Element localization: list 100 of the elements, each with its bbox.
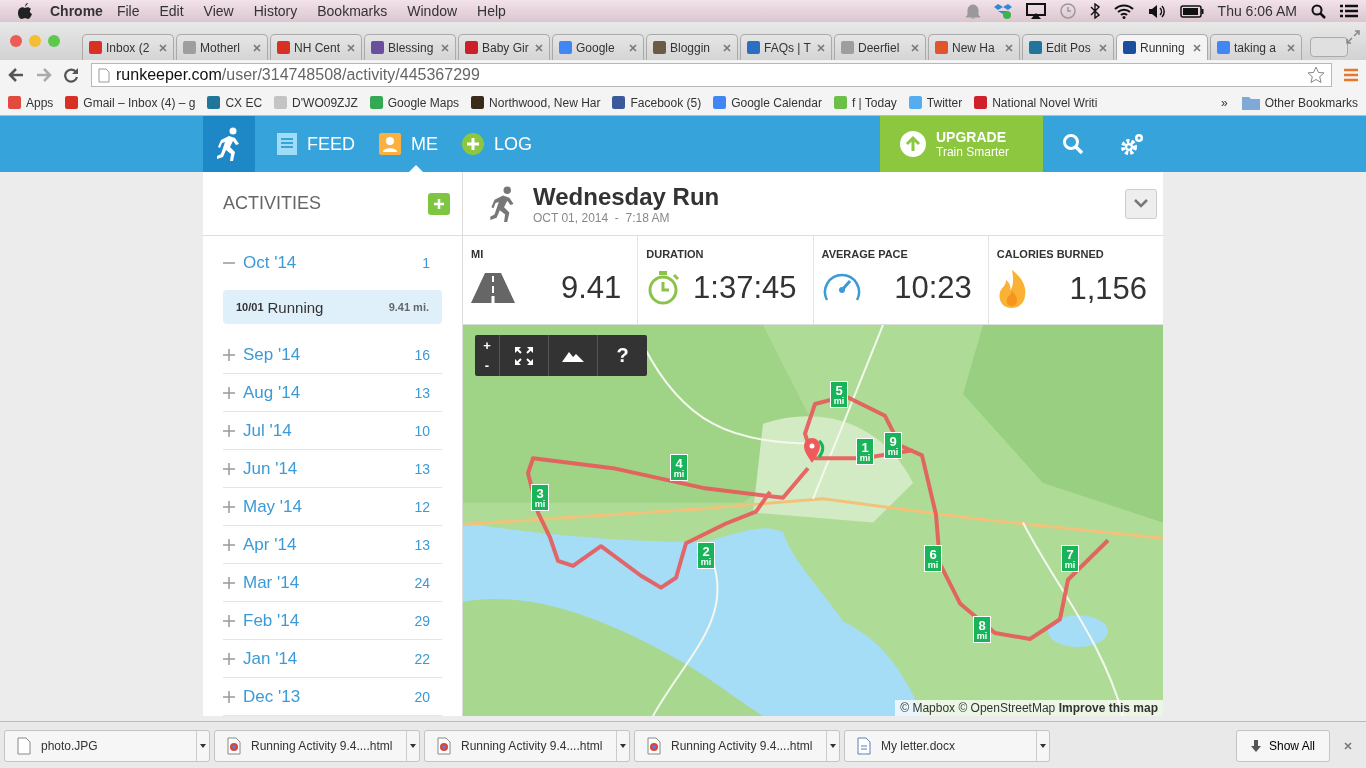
- close-icon[interactable]: [535, 43, 543, 52]
- browser-tab[interactable]: Blessing: [364, 34, 456, 60]
- browser-tab[interactable]: Edit Pos: [1022, 34, 1114, 60]
- bookmark[interactable]: Apps: [8, 95, 54, 110]
- month-label: Mar '14: [243, 572, 300, 593]
- caret-icon[interactable]: [830, 743, 836, 748]
- month-label: Jun '14: [243, 458, 298, 479]
- bookmark[interactable]: Gmail – Inbox (4) – g: [65, 95, 196, 110]
- back-icon[interactable]: [8, 68, 24, 82]
- month-label: Apr '14: [243, 534, 297, 555]
- close-icon[interactable]: [1344, 741, 1352, 750]
- month-label: Dec '13: [243, 686, 301, 707]
- star-icon[interactable]: [1307, 66, 1325, 84]
- bookmark[interactable]: Google Calendar: [713, 95, 822, 110]
- close-icon[interactable]: [817, 43, 825, 52]
- clock-icon[interactable]: [1059, 3, 1076, 19]
- bookmark[interactable]: Facebook (5): [612, 95, 702, 110]
- search-icon[interactable]: [1311, 3, 1326, 19]
- forward-icon[interactable]: [36, 68, 52, 82]
- activity-count: 29: [414, 612, 431, 629]
- stat-value: 9.41: [560, 270, 622, 306]
- add-button[interactable]: [428, 192, 450, 215]
- browser-tab[interactable]: Bloggin: [646, 34, 738, 60]
- caret-icon[interactable]: [410, 743, 416, 748]
- menu-item[interactable]: Window: [407, 3, 458, 19]
- bell-icon[interactable]: [965, 3, 980, 19]
- clock[interactable]: Thu 6:06 AM: [1217, 3, 1297, 19]
- app-menu[interactable]: Chrome: [50, 3, 103, 19]
- bookmark[interactable]: Twitter: [908, 95, 963, 110]
- browser-tab[interactable]: Deerfiel: [834, 34, 926, 60]
- browser-tab[interactable]: FAQs | T: [740, 34, 832, 60]
- bookmark[interactable]: Google Maps: [369, 95, 460, 110]
- close-icon[interactable]: [1005, 43, 1013, 52]
- download-arrow-icon: [1250, 739, 1261, 752]
- activity-item[interactable]: 10/01 Running 9.41 mi.: [223, 290, 442, 324]
- download-item[interactable]: Running Activity 9.4....html: [214, 729, 420, 762]
- close-icon[interactable]: [253, 43, 261, 52]
- close-icon[interactable]: [911, 43, 919, 52]
- browser-tab[interactable]: Baby Gir: [458, 34, 550, 60]
- close-icon[interactable]: [1287, 43, 1295, 52]
- close-icon[interactable]: [347, 43, 355, 52]
- expand-icon: [514, 345, 534, 366]
- wifi-icon[interactable]: [1113, 3, 1134, 19]
- browser-tab[interactable]: New Ha: [928, 34, 1020, 60]
- bookmark[interactable]: D'WO09ZJZ: [274, 95, 358, 110]
- stat-label: AVERAGE PACE: [821, 248, 909, 260]
- apple-icon[interactable]: [18, 3, 32, 19]
- bookmark[interactable]: Other Bookmarks: [1241, 95, 1358, 110]
- list-icon[interactable]: [1340, 4, 1358, 18]
- close-icon[interactable]: [441, 43, 449, 52]
- menu-item[interactable]: Edit: [159, 3, 184, 19]
- download-item[interactable]: photo.JPG: [4, 729, 210, 762]
- new-tab-button[interactable]: [1310, 37, 1348, 57]
- bookmark[interactable]: CX EC: [207, 95, 263, 110]
- close-window-button[interactable]: [10, 35, 22, 47]
- bluetooth-icon[interactable]: [1089, 3, 1100, 19]
- close-icon[interactable]: [629, 43, 637, 52]
- reload-icon[interactable]: [64, 67, 79, 83]
- browser-tab[interactable]: Motherl: [176, 34, 268, 60]
- zoom-out-button[interactable]: -: [475, 355, 499, 376]
- close-icon[interactable]: [723, 43, 731, 52]
- menu-item[interactable]: File: [116, 3, 140, 19]
- menu-item[interactable]: Bookmarks: [317, 3, 388, 19]
- browser-tab[interactable]: NH Cent: [270, 34, 362, 60]
- download-item[interactable]: My letter.docx: [844, 729, 1050, 762]
- close-icon[interactable]: [1099, 43, 1107, 52]
- settings-icon[interactable]: [1120, 132, 1146, 156]
- help-button[interactable]: ?: [598, 335, 647, 376]
- show-all-button[interactable]: Show All: [1235, 729, 1330, 762]
- bookmark[interactable]: National Novel Writi: [974, 95, 1098, 110]
- browser-tab[interactable]: Google: [552, 34, 644, 60]
- caret-icon[interactable]: [620, 743, 626, 748]
- zoom-in-button[interactable]: +: [475, 335, 499, 356]
- feed-icon: [277, 133, 297, 155]
- speaker-icon[interactable]: [1147, 3, 1166, 19]
- browser-tab[interactable]: Inbox (2: [82, 34, 174, 60]
- dropdown-button[interactable]: [1125, 188, 1157, 219]
- stat-value: 1:37:45: [693, 270, 797, 306]
- caret-icon[interactable]: [1040, 743, 1046, 748]
- menu-item[interactable]: History: [253, 3, 298, 19]
- caret-icon[interactable]: [200, 743, 206, 748]
- menu-icon[interactable]: [1344, 68, 1358, 82]
- download-item[interactable]: Running Activity 9.4....html: [634, 729, 840, 762]
- menu-item[interactable]: Help: [477, 3, 506, 19]
- bookmark[interactable]: Northwood, New Har: [471, 95, 601, 110]
- address-field[interactable]: runkeeper.com/user/314748508/activity/445367299: [91, 63, 1332, 87]
- bookmark[interactable]: f | Today: [833, 95, 897, 110]
- close-icon[interactable]: [1193, 43, 1201, 52]
- runner-logo[interactable]: [203, 116, 255, 172]
- download-item[interactable]: Running Activity 9.4....html: [424, 729, 630, 762]
- fullscreen-icon[interactable]: [1346, 30, 1360, 44]
- screen-icon[interactable]: [1025, 3, 1046, 19]
- bookmarks-overflow-button[interactable]: »: [1220, 95, 1228, 110]
- menu-item[interactable]: View: [203, 3, 234, 19]
- close-icon[interactable]: [159, 43, 167, 52]
- runner-icon: [216, 127, 242, 161]
- battery-icon[interactable]: [1179, 4, 1204, 18]
- browser-tab[interactable]: taking a: [1210, 34, 1302, 60]
- box-icon[interactable]: [993, 3, 1012, 19]
- browser-tab[interactable]: Running: [1116, 34, 1208, 60]
